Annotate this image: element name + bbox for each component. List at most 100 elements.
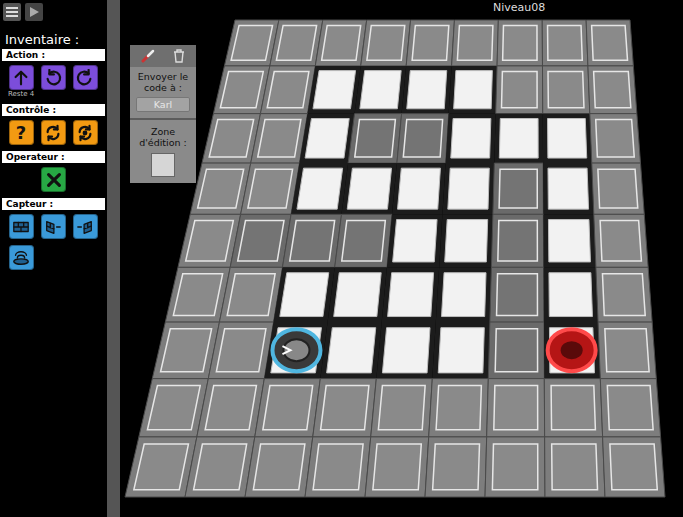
tool-item[interactable] (72, 214, 98, 239)
section-header: Operateur : (2, 151, 105, 163)
recipient-button[interactable]: Karl (136, 97, 190, 112)
game-board[interactable] (120, 0, 683, 517)
border-tile (598, 322, 656, 379)
tool-item[interactable] (8, 245, 34, 270)
border-tile (178, 214, 241, 267)
border-tile (241, 163, 300, 214)
border-tile (125, 437, 197, 497)
border-tile (592, 163, 644, 214)
border-tile (485, 437, 545, 497)
tool-button[interactable] (41, 214, 66, 239)
tool-item[interactable] (40, 65, 66, 98)
floor-tile (376, 322, 435, 379)
border-tile (545, 437, 605, 497)
border-tile (594, 214, 648, 267)
border-tile (544, 379, 602, 437)
floor-tile (299, 114, 354, 163)
floor-tile (543, 163, 594, 214)
tool-button[interactable] (41, 65, 66, 90)
floor-tile (544, 267, 598, 322)
section-header: Contrôle : (2, 104, 105, 116)
floor-tile (494, 114, 543, 163)
brush-icon[interactable] (141, 49, 155, 63)
wall-block (335, 214, 392, 267)
border-tile (542, 20, 588, 66)
play-icon (28, 6, 40, 18)
wall-left-icon (44, 218, 62, 236)
tool-button[interactable] (41, 167, 66, 192)
tool-row (0, 163, 107, 198)
border-tile (496, 66, 543, 114)
game-view: Niveau08Envoyer le code à :KarlZone d'éd… (120, 0, 683, 517)
tool-item[interactable] (72, 65, 98, 98)
floor-tile (328, 267, 387, 322)
tool-button[interactable]: ? (9, 120, 34, 145)
border-tile (165, 267, 230, 322)
border-tile (152, 322, 219, 379)
question-mark-icon: ? (16, 122, 26, 143)
border-tile (245, 437, 313, 497)
border-tile (208, 322, 273, 379)
tool-button[interactable] (73, 120, 98, 145)
floor-tile (543, 214, 596, 267)
game-screen: Inventaire :Action :Reste 4Contrôle :?Op… (0, 0, 683, 517)
tool-button[interactable] (41, 120, 66, 145)
inventory-section: Contrôle :? (0, 104, 107, 151)
tool-row: Reste 4 (0, 61, 107, 104)
floor-tile (544, 322, 600, 379)
tool-button[interactable] (9, 214, 34, 239)
tool-item[interactable]: Reste 4 (8, 65, 34, 98)
border-tile (371, 379, 433, 437)
cross-icon (45, 171, 63, 189)
inventory-panel: Inventaire :Action :Reste 4Contrôle :?Op… (0, 0, 107, 517)
border-tile (305, 437, 371, 497)
border-tile (596, 267, 652, 322)
menu-button[interactable] (3, 3, 21, 21)
tool-button[interactable] (9, 245, 34, 270)
tool-button[interactable] (73, 214, 98, 239)
tool-item[interactable]: ? (8, 120, 34, 145)
border-tile (590, 114, 641, 163)
top-bar (0, 0, 107, 24)
code-editor-panel: Envoyer le code à : Karl Zone d'édition : (130, 45, 196, 183)
tool-item[interactable] (40, 214, 66, 239)
floor-tile (439, 214, 493, 267)
tool-item[interactable] (8, 214, 34, 239)
send-code-label: Envoyer le code à : (130, 67, 196, 95)
inventory-section: Operateur : (0, 151, 107, 198)
border-tile (260, 66, 315, 114)
floor-tile (392, 163, 446, 214)
inventory-section: Capteur : (0, 198, 107, 276)
floor-tile (436, 267, 492, 322)
robot-icon[interactable] (272, 329, 320, 371)
border-tile (600, 379, 660, 437)
trash-icon[interactable] (173, 49, 185, 63)
tool-item[interactable] (40, 120, 66, 145)
floor-tile (355, 66, 407, 114)
play-button[interactable] (25, 3, 43, 21)
wall-block (491, 214, 543, 267)
tool-button[interactable] (73, 65, 98, 90)
wall-block (282, 214, 341, 267)
tool-button[interactable] (9, 65, 34, 90)
edit-zone-label: Zone d'édition : (130, 122, 196, 150)
border-tile (497, 20, 542, 66)
border-tile (315, 20, 366, 66)
scrollbar[interactable] (107, 0, 120, 517)
floor-tile (264, 322, 327, 379)
tool-item[interactable] (41, 167, 67, 192)
floor-tile (291, 163, 348, 214)
floor-tile (543, 114, 592, 163)
loop-condition-icon (76, 124, 94, 142)
wall-front-icon (12, 218, 30, 236)
wall-block (230, 214, 291, 267)
inventory-title: Inventaire : (0, 24, 107, 49)
rotate-left-icon (44, 69, 62, 87)
border-tile (429, 379, 489, 437)
edit-drop-zone[interactable] (151, 153, 175, 177)
border-tile (586, 20, 633, 66)
border-tile (406, 20, 454, 66)
tool-item[interactable] (72, 120, 98, 145)
section-header: Action : (2, 49, 105, 61)
wall-block (348, 114, 401, 163)
